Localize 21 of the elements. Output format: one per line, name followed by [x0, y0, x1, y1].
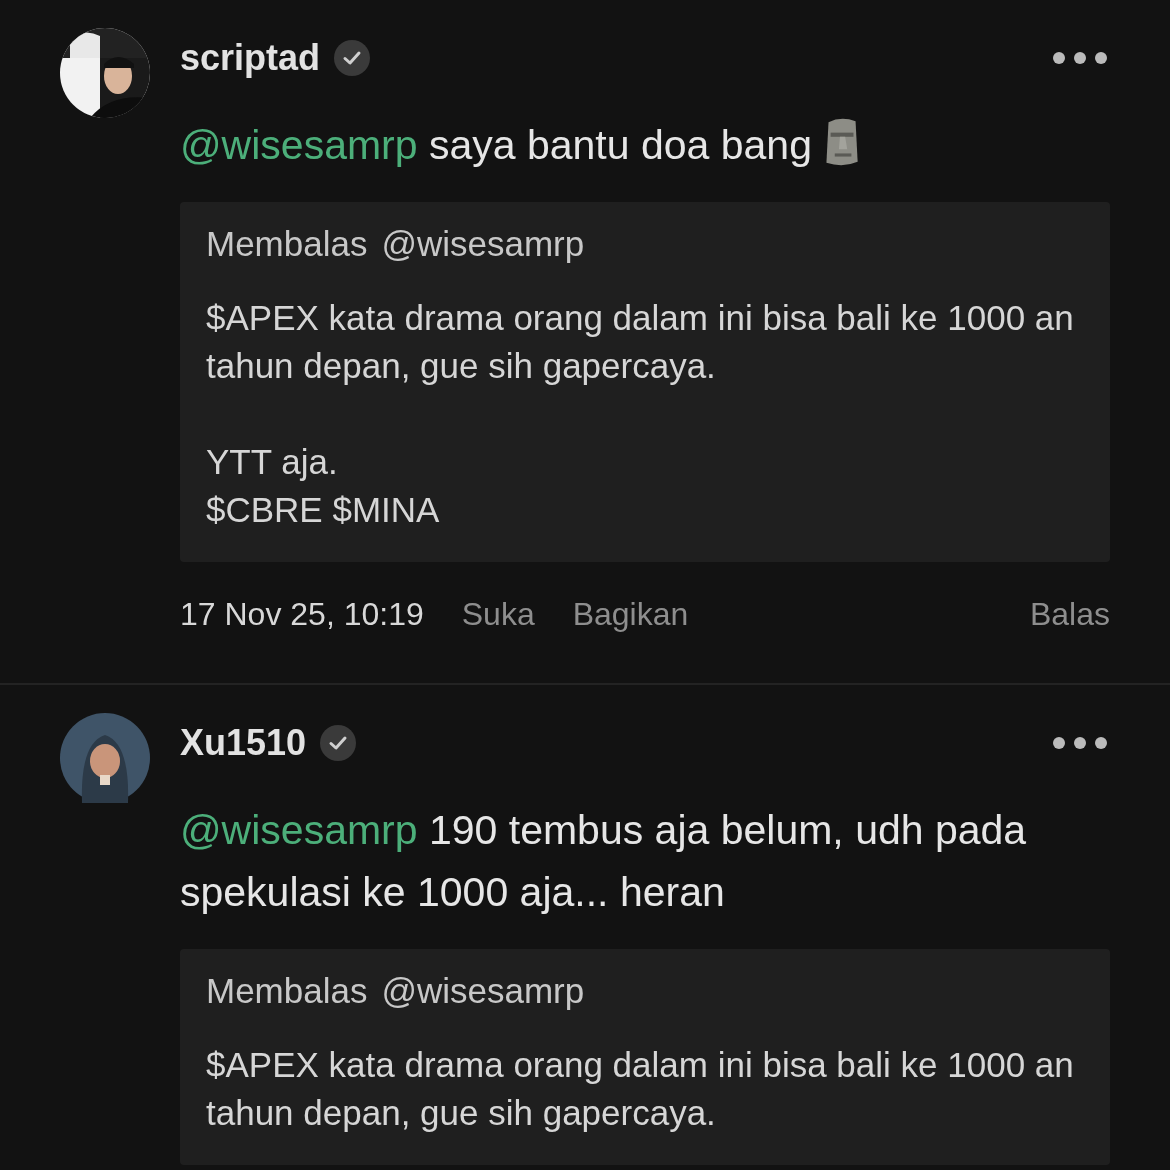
quoted-text: $APEX kata drama orang dalam ini bisa bali ke 1000 an tahun depan, gue sih gapercaya. [206, 297, 1075, 387]
reply-label: Membalas [206, 224, 368, 264]
more-options-button[interactable] [1052, 736, 1110, 750]
mention-link[interactable]: @wisesamrp [180, 122, 418, 168]
mention-link[interactable]: @wisesamrp [180, 807, 418, 853]
action-link[interactable]: Suka [461, 596, 535, 633]
avatar-icon [60, 713, 150, 803]
username[interactable]: Xu1510 [180, 722, 307, 764]
reply-handle[interactable]: @wisesamrp [381, 224, 585, 264]
comment-text: @wisesamrp 190 tembus aja belum, udh pada spekulasi ke 1000 aja... heran [180, 806, 1028, 917]
timestamp: 17 Nov 25, 10:19 [180, 596, 424, 633]
quoted-text: $CBRE $MINA [206, 489, 441, 531]
more-options-button[interactable] [1052, 51, 1110, 65]
username[interactable]: scriptad [180, 37, 321, 79]
comment-text: @wisesamrp saya bantu doa bang [180, 121, 812, 170]
reply-label: Membalas [206, 971, 368, 1011]
quoted-text: $APEX kata drama orang dalam ini bisa bali ke 1000 an tahun depan, gue sih gapercaya. [206, 1044, 1075, 1134]
reply-link[interactable]: Balas [1029, 596, 1110, 633]
action-link[interactable]: Bagikan [572, 596, 689, 633]
quoted-text: YTT aja. [206, 441, 339, 483]
reply-handle[interactable]: @wisesamrp [381, 971, 585, 1011]
